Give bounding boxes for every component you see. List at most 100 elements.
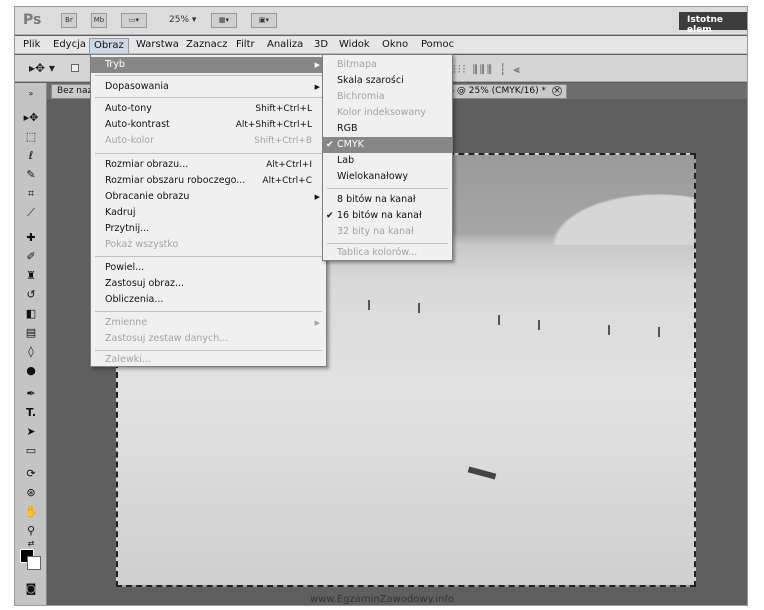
workspace-switcher[interactable]: Istotne elem [679,12,747,35]
collapse-panel-icon[interactable]: » [21,85,41,102]
checkmark-icon: ✔ [326,140,334,150]
menu-item-label: Skala szarości [337,75,404,86]
screen-mode-button[interactable]: ▣▾ [251,13,277,28]
menu-item-dopasowania[interactable]: Dopasowania ▶ [91,79,326,95]
type-tool-icon[interactable]: T. [21,404,41,421]
menu-item-auto-kolor: Auto-kolor Shift+Ctrl+B [91,133,326,149]
path-selection-tool-icon[interactable]: ➤ [21,423,41,440]
fence-post [538,320,540,330]
depth-8-bit[interactable]: 8 bitów na kanał [323,192,452,208]
submenu-arrow-icon: ▶ [314,61,320,69]
quick-selection-tool-icon[interactable]: ✎ [21,166,41,183]
submenu-arrow-icon: ▶ [314,83,320,91]
person-lying-on-sand [467,466,497,480]
auto-select-checkbox[interactable] [71,64,79,72]
menu-filtr[interactable]: Filtr [232,38,259,53]
arrange-documents-button[interactable]: ▦▾ [211,13,237,28]
mode-lab[interactable]: Lab [323,153,452,169]
healing-brush-tool-icon[interactable]: ✚ [21,229,41,246]
mode-bitmapa: Bitmapa [323,57,452,73]
view-extras-button[interactable]: ▭▾ [121,13,147,28]
menu-item-rozmiar-obszaru[interactable]: Rozmiar obszaru roboczego... Alt+Ctrl+C [91,173,326,189]
clone-stamp-tool-icon[interactable]: ♜ [21,267,41,284]
menu-pomoc[interactable]: Pomoc [417,38,458,53]
menu-item-obracanie-obrazu[interactable]: Obracanie obrazu ▶ [91,189,326,205]
depth-16-bit[interactable]: ✔ 16 bitów na kanał [323,208,452,224]
menu-item-tryb[interactable]: Tryb ▶ [91,57,326,73]
menu-item-auto-kontrast[interactable]: Auto-kontrast Alt+Shift+Ctrl+L [91,117,326,133]
menu-separator [327,188,448,189]
crop-tool-icon[interactable]: ⌗ [21,185,41,202]
history-brush-tool-icon[interactable]: ↺ [21,286,41,303]
dodge-tool-icon[interactable]: ● [21,362,41,379]
menu-separator [95,97,322,98]
menu-item-label: Auto-tony [105,103,152,114]
menu-obraz[interactable]: Obraz [89,38,129,53]
menu-separator [95,75,322,76]
tab-active-document[interactable]: JPG @ 25% (CMYK/16) * × [433,84,567,99]
menu-item-label: Tryb [105,59,125,70]
mode-rgb[interactable]: RGB [323,121,452,137]
menu-item-label: Zalewki... [105,354,151,365]
zoom-level[interactable]: 25% ▾ [169,15,196,25]
checkmark-icon: ✔ [326,211,334,221]
menu-item-label: 16 bitów na kanał [337,210,422,221]
hand-tool-icon[interactable]: ✋ [21,503,41,520]
background-color-swatch[interactable] [27,556,41,570]
mode-skala-szarosci[interactable]: Skala szarości [323,73,452,89]
mode-cmyk[interactable]: ✔ CMYK [323,137,452,153]
menu-separator [95,311,322,312]
3d-orbit-tool-icon[interactable]: ⊛ [21,484,41,501]
menu-item-label: Pokaż wszystko [105,239,179,250]
menu-analiza[interactable]: Analiza [263,38,307,53]
menu-item-zastosuj-obraz[interactable]: Zastosuj obraz... [91,276,326,292]
bridge-button[interactable]: Br [61,13,77,28]
menu-item-label: Dopasowania [105,81,169,92]
eyedropper-tool-icon[interactable]: ⟋ [21,204,41,221]
eraser-tool-icon[interactable]: ◧ [21,305,41,322]
sand-dune [514,175,694,245]
depth-32-bit: 32 bity na kanał [323,224,452,240]
obraz-menu: Tryb ▶ Dopasowania ▶ Auto-tony Shift+Ctrl+L… [90,54,327,367]
menu-okno[interactable]: Okno [378,38,412,53]
menu-item-powiel[interactable]: Powiel... [91,260,326,276]
menu-separator [95,153,322,154]
menu-item-obliczenia[interactable]: Obliczenia... [91,292,326,308]
shape-tool-icon[interactable]: ▭ [21,442,41,459]
mode-bichromia: Bichromia [323,89,452,105]
close-tab-icon[interactable]: × [551,86,562,96]
pen-tool-icon[interactable]: ✒ [21,385,41,402]
gradient-tool-icon[interactable]: ▤ [21,324,41,341]
menu-item-auto-tony[interactable]: Auto-tony Shift+Ctrl+L [91,101,326,117]
marquee-tool-icon[interactable]: ⬚ [21,128,41,145]
menu-item-kadruj[interactable]: Kadruj [91,205,326,221]
move-tool-icon[interactable]: ▸✥ [21,109,41,126]
align-icons[interactable]: ⫶⫶⫶ ⫼⫼⫼ ┆ ⫷ [453,63,522,77]
menu-plik[interactable]: Plik [19,38,44,53]
shortcut-label: Alt+Ctrl+I [266,160,312,170]
lasso-tool-icon[interactable]: ℓ [21,147,41,164]
menu-warstwa[interactable]: Warstwa [132,38,183,53]
menu-item-przytnij[interactable]: Przytnij... [91,221,326,237]
menu-widok[interactable]: Widok [335,38,374,53]
blur-tool-icon[interactable]: ◊ [21,343,41,360]
mode-wielokanalowy[interactable]: Wielokanałowy [323,169,452,185]
fence-post [418,303,420,313]
submenu-arrow-icon: ▶ [314,193,320,201]
move-tool-preset-icon[interactable]: ▸✥ ▾ [29,61,55,75]
menu-item-label: Tablica kolorów... [337,247,418,258]
menu-edycja[interactable]: Edycja [49,38,90,53]
menu-item-label: Zastosuj obraz... [105,278,185,289]
shortcut-label: Alt+Ctrl+C [262,176,312,186]
menu-item-label: Kolor indeksowany [337,107,426,118]
3d-rotate-tool-icon[interactable]: ⟳ [21,465,41,482]
brush-tool-icon[interactable]: ✐ [21,248,41,265]
menu-zaznacz[interactable]: Zaznacz [182,38,231,53]
menu-item-label: Wielokanałowy [337,171,409,182]
mini-bridge-button[interactable]: Mb [91,13,107,28]
menu-item-label: RGB [337,123,358,134]
menu-item-label: 32 bity na kanał [337,226,414,237]
menu-item-rozmiar-obrazu[interactable]: Rozmiar obrazu... Alt+Ctrl+I [91,157,326,173]
menu-3d[interactable]: 3D [310,38,332,53]
menu-separator [95,350,322,351]
